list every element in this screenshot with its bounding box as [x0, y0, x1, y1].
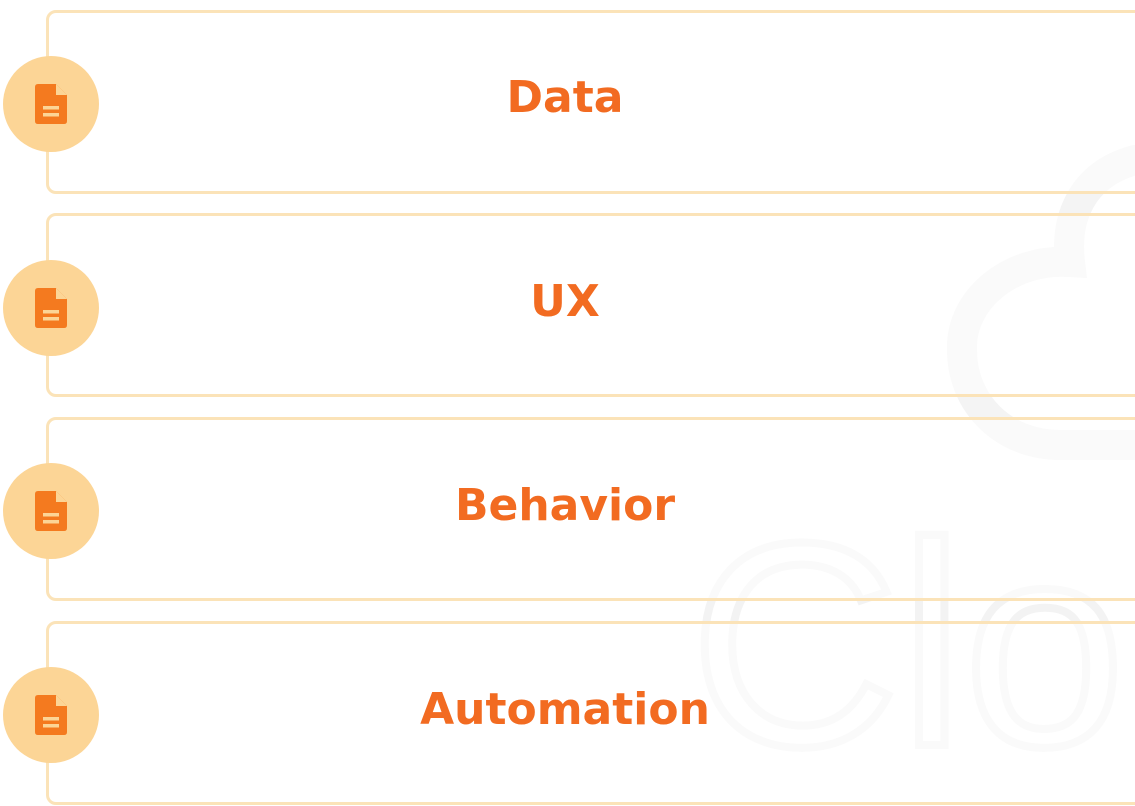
- card-title-automation: Automation: [420, 684, 710, 735]
- card-title-data: Data: [506, 72, 624, 123]
- card-title-behavior: Behavior: [454, 480, 676, 531]
- card-title-ux: UX: [530, 276, 600, 327]
